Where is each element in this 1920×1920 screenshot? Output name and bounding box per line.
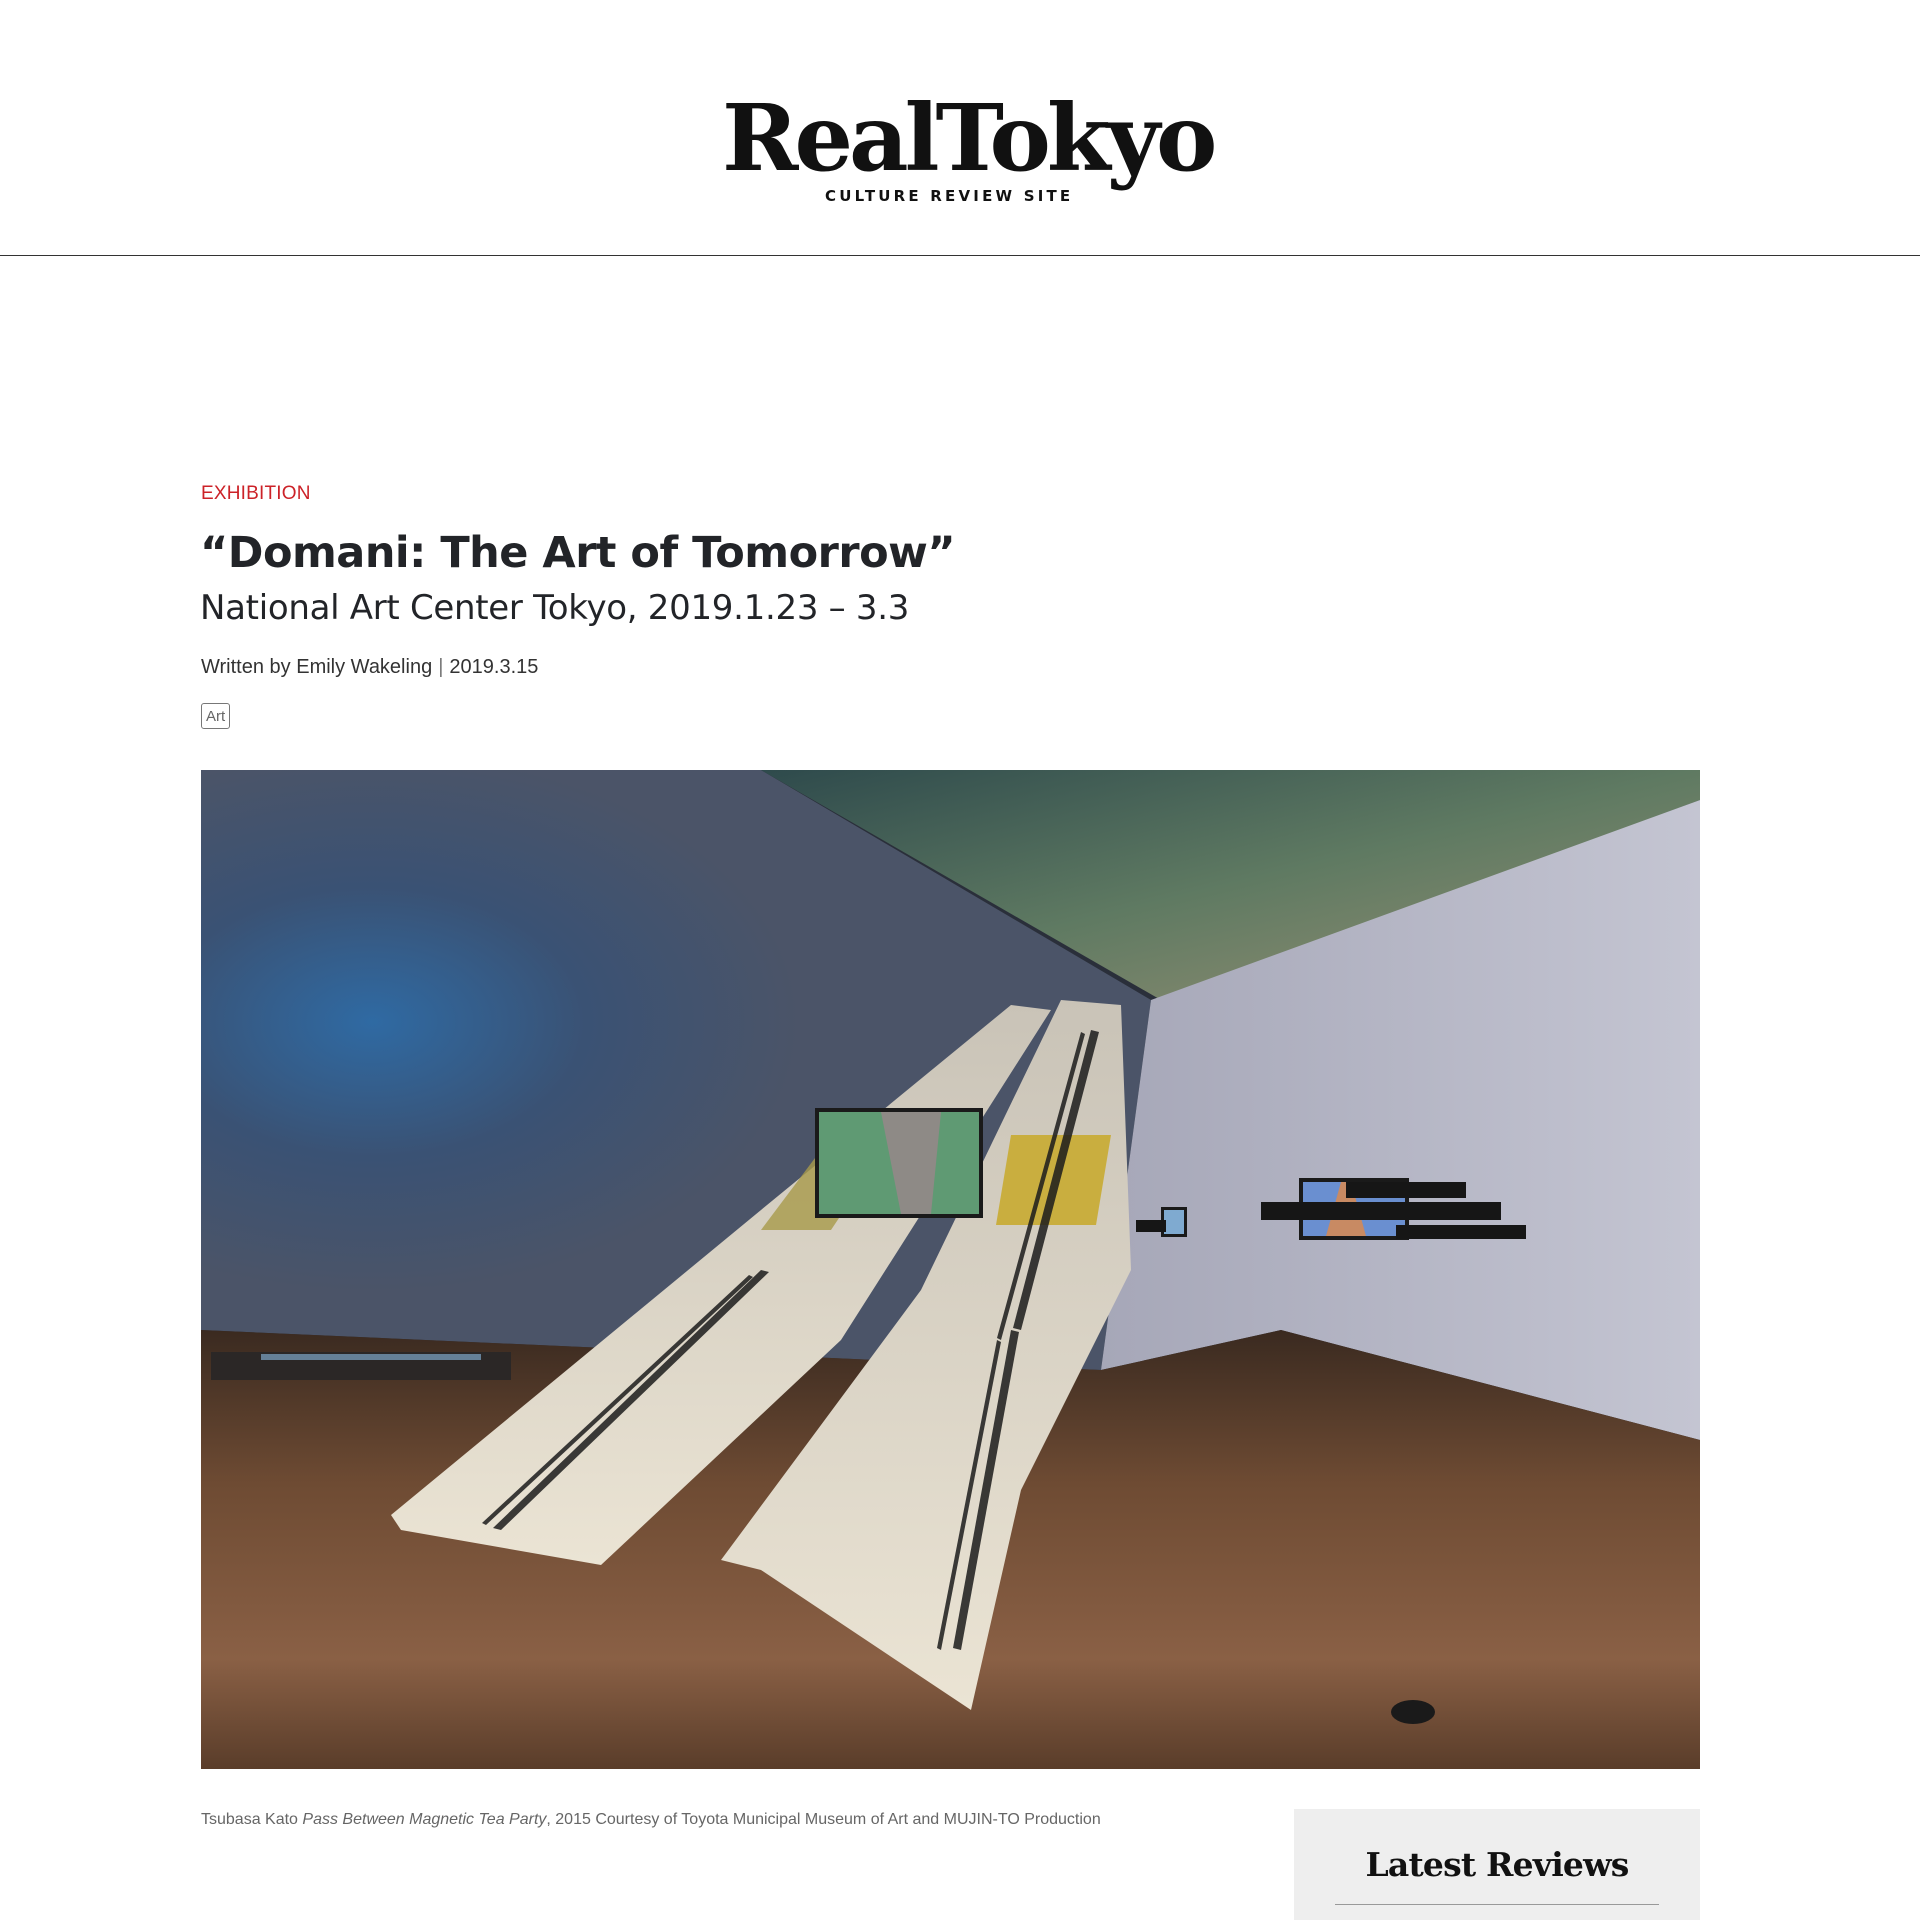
tag-art[interactable]: Art	[201, 703, 231, 729]
caption-credit: , 2015 Courtesy of Toyota Municipal Muse…	[546, 1811, 1101, 1828]
latest-reviews-widget: Latest Reviews	[1294, 1809, 1700, 1920]
article-date: 2019.3.15	[449, 656, 539, 678]
article-byline: Written by Emily Wakeling | 2019.3.15	[201, 656, 538, 679]
caption-work-title: Pass Between Magnetic Tea Party	[302, 1811, 547, 1828]
site-header: RealTokyo CULTURE REVIEW SITE	[0, 0, 1920, 256]
article-hero-image	[201, 770, 1700, 1769]
byline-prefix: Written by	[201, 656, 291, 678]
caption-artist: Tsubasa Kato	[201, 1811, 298, 1828]
image-caption: Tsubasa Kato Pass Between Magnetic Tea P…	[201, 1811, 1101, 1829]
latest-reviews-divider	[1335, 1904, 1659, 1905]
latest-reviews-heading: Latest Reviews	[1365, 1845, 1629, 1884]
logo-wordmark: RealTokyo	[722, 84, 1217, 192]
byline-separator: |	[438, 656, 444, 678]
logo-tagline: CULTURE REVIEW SITE	[825, 187, 1074, 205]
author-link[interactable]: Emily Wakeling	[296, 656, 432, 678]
installation-photo	[201, 770, 1700, 1769]
category-link[interactable]: EXHIBITION	[201, 483, 311, 505]
site-logo[interactable]: RealTokyo CULTURE REVIEW SITE	[722, 92, 1217, 208]
article-subtitle: National Art Center Tokyo, 2019.1.23 – 3…	[200, 588, 910, 628]
article-title: “Domani: The Art of Tomorrow”	[200, 528, 956, 578]
